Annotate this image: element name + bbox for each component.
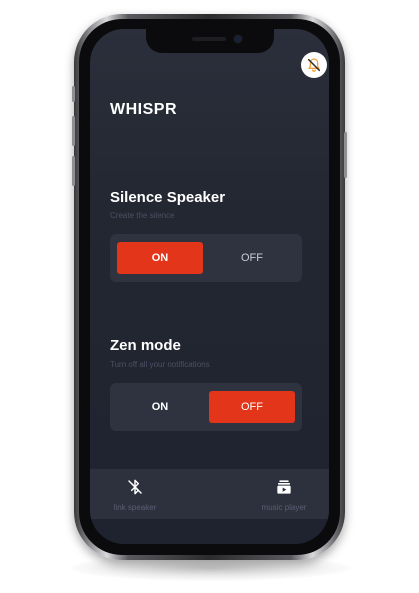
app-screen: WHISPR Silence Speaker Create the silenc…	[90, 29, 329, 544]
bottom-tab-bar: link speaker music player	[90, 469, 329, 519]
silence-speaker-title: Silence Speaker	[110, 189, 226, 206]
phone-frame: WHISPR Silence Speaker Create the silenc…	[72, 14, 347, 560]
tab-link-speaker-label: link speaker	[113, 503, 157, 512]
volume-down-button	[72, 156, 75, 186]
notifications-toggle-button[interactable]	[301, 52, 327, 78]
playlist-play-icon	[276, 478, 292, 496]
zen-mode-title: Zen mode	[110, 337, 181, 354]
tab-music-player[interactable]: music player	[239, 469, 329, 519]
volume-up-button	[72, 116, 75, 146]
zen-mode-toggle: ON OFF	[110, 383, 302, 431]
app-title: WHISPR	[110, 101, 177, 118]
silent-switch	[72, 86, 75, 102]
silence-speaker-off-button[interactable]: OFF	[209, 242, 295, 274]
silence-speaker-subtitle: Create the silence	[110, 211, 175, 220]
notch	[146, 29, 274, 53]
zen-mode-on-button[interactable]: ON	[117, 391, 203, 423]
bell-off-icon	[307, 58, 321, 72]
zen-mode-subtitle: Turn off all your notifications	[110, 360, 210, 369]
tab-music-player-label: music player	[261, 503, 307, 512]
silence-speaker-on-button[interactable]: ON	[117, 242, 203, 274]
bluetooth-off-icon	[127, 478, 143, 496]
power-button	[344, 132, 347, 178]
silence-speaker-toggle: ON OFF	[110, 234, 302, 282]
earpiece-speaker	[192, 37, 226, 41]
tab-link-speaker[interactable]: link speaker	[90, 469, 180, 519]
front-camera	[235, 36, 241, 42]
zen-mode-off-button[interactable]: OFF	[209, 391, 295, 423]
